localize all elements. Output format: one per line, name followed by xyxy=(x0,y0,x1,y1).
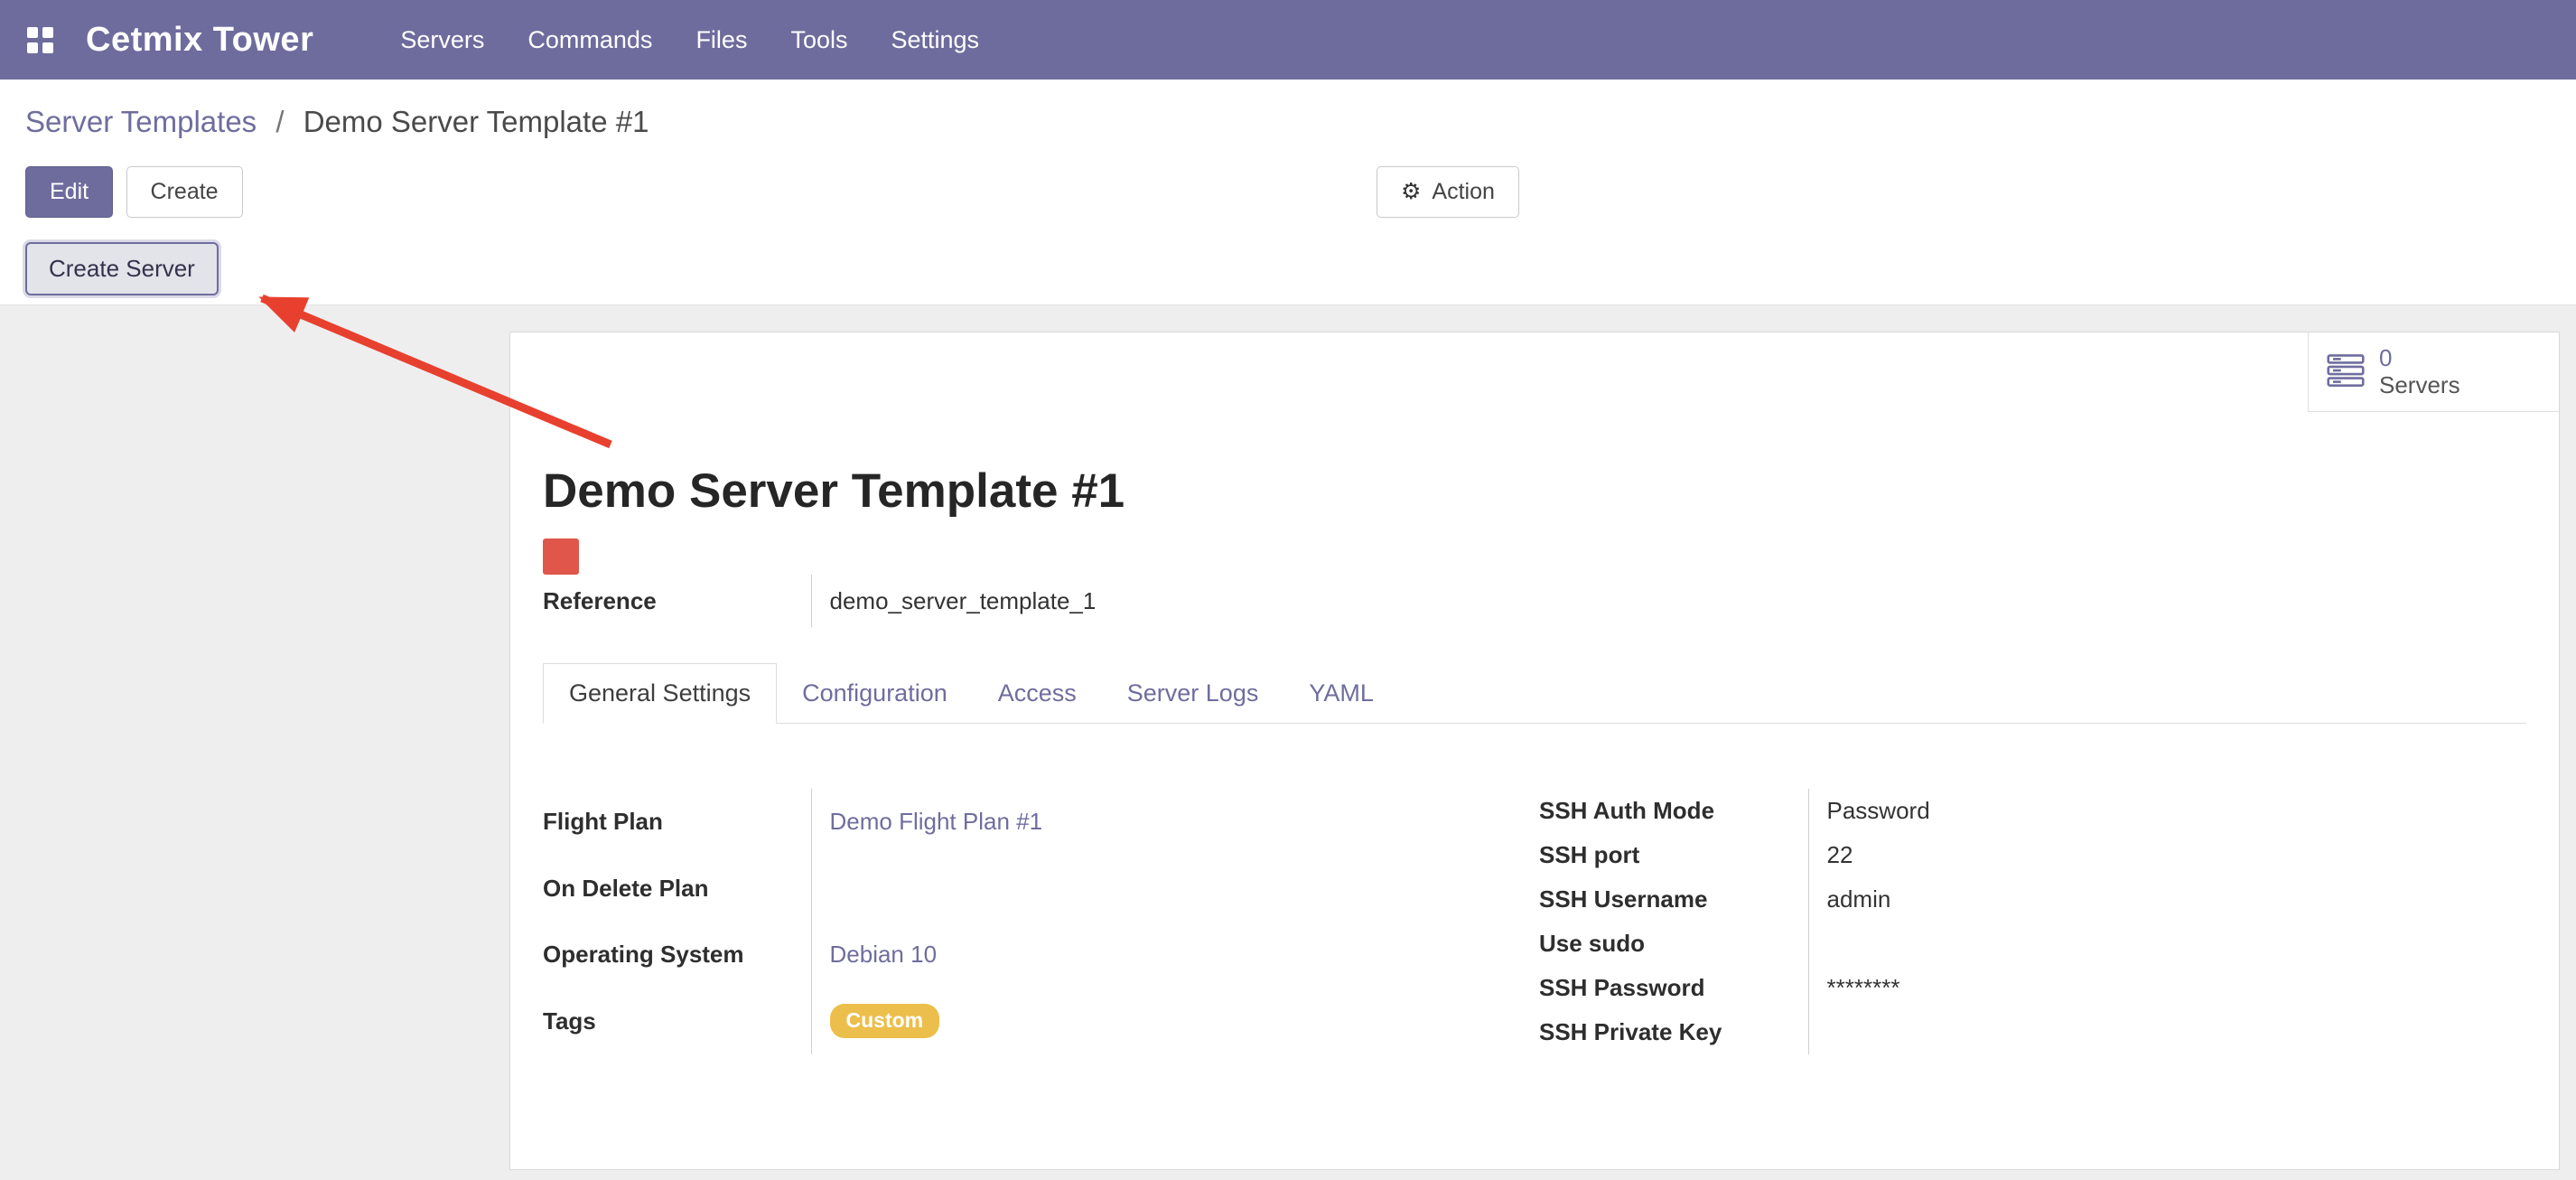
tab-access[interactable]: Access xyxy=(973,664,1102,723)
servers-count-label: Servers xyxy=(2379,372,2460,399)
field-label-ssh-private-key: SSH Private Key xyxy=(1539,1010,1808,1054)
menu-item-servers[interactable]: Servers xyxy=(378,0,506,80)
field-label-tags: Tags xyxy=(543,988,811,1055)
tab-server-logs[interactable]: Server Logs xyxy=(1102,664,1284,723)
field-row-use-sudo: Use sudo xyxy=(1539,922,2188,966)
field-value-ssh-private-key xyxy=(1808,1010,2188,1054)
operating-system-link[interactable]: Debian 10 xyxy=(830,941,938,968)
tag-badge-custom: Custom xyxy=(830,1004,940,1038)
field-value-use-sudo xyxy=(1808,922,2188,966)
form-sheet: 0 Servers Demo Server Template #1 Refere… xyxy=(509,332,2560,1170)
control-panel: Server Templates / Demo Server Template … xyxy=(0,80,2576,305)
field-label-ssh-username: SSH Username xyxy=(1539,877,1808,922)
menu-item-settings[interactable]: Settings xyxy=(869,0,1001,80)
servers-stack-icon xyxy=(2327,353,2365,390)
statusbar: Create Server xyxy=(0,242,2576,305)
field-value-ssh-password: ******** xyxy=(1808,966,2188,1010)
field-label-ssh-password: SSH Password xyxy=(1539,966,1808,1010)
create-server-button[interactable]: Create Server xyxy=(25,242,219,295)
page-title: Demo Server Template #1 xyxy=(543,463,2526,520)
breadcrumb-current: Demo Server Template #1 xyxy=(303,105,649,138)
gear-icon: ⚙ xyxy=(1401,181,1421,203)
button-row: Edit Create ⚙ Action xyxy=(25,166,2576,216)
app-brand[interactable]: Cetmix Tower xyxy=(86,21,313,60)
field-label-on-delete-plan: On Delete Plan xyxy=(543,856,811,922)
field-row-flight-plan: Flight Plan Demo Flight Plan #1 xyxy=(543,789,1539,856)
notebook-tabs: General Settings Configuration Access Se… xyxy=(543,663,2526,724)
field-value-ssh-port: 22 xyxy=(1808,833,2188,877)
field-value-ssh-auth-mode: Password xyxy=(1808,789,2188,833)
field-row-tags: Tags Custom xyxy=(543,988,1539,1055)
field-value-on-delete-plan xyxy=(811,856,1539,922)
tab-configuration[interactable]: Configuration xyxy=(777,664,973,723)
top-navbar: Cetmix Tower Servers Commands Files Tool… xyxy=(0,0,2576,80)
content-area: 0 Servers Demo Server Template #1 Refere… xyxy=(0,305,2576,1180)
field-group-right: SSH Auth Mode Password SSH port 22 SSH U… xyxy=(1539,789,2188,1054)
reference-group: Reference demo_server_template_1 xyxy=(543,575,1096,627)
field-row-ssh-username: SSH Username admin xyxy=(1539,877,2188,922)
breadcrumb-separator: / xyxy=(275,105,284,138)
breadcrumb: Server Templates / Demo Server Template … xyxy=(0,80,2576,141)
menu-item-commands[interactable]: Commands xyxy=(506,0,674,80)
apps-grid-icon[interactable] xyxy=(27,27,53,53)
servers-stat-button[interactable]: 0 Servers xyxy=(2308,332,2559,412)
field-value-reference: demo_server_template_1 xyxy=(811,575,1096,627)
main-menu: Servers Commands Files Tools Settings xyxy=(378,0,1001,80)
tab-yaml[interactable]: YAML xyxy=(1283,664,1399,723)
servers-count-value: 0 xyxy=(2379,345,2460,372)
breadcrumb-parent-link[interactable]: Server Templates xyxy=(25,105,257,138)
stat-button-row: 0 Servers xyxy=(510,332,2559,412)
menu-item-tools[interactable]: Tools xyxy=(769,0,869,80)
action-button[interactable]: ⚙ Action xyxy=(1377,166,1519,218)
field-label-flight-plan: Flight Plan xyxy=(543,789,811,856)
field-label-reference: Reference xyxy=(543,575,811,627)
template-color-swatch xyxy=(543,538,579,575)
field-row-reference: Reference demo_server_template_1 xyxy=(543,575,1096,627)
sheet-body: Demo Server Template #1 Reference demo_s… xyxy=(510,463,2559,1054)
field-row-ssh-port: SSH port 22 xyxy=(1539,833,2188,877)
field-value-ssh-username: admin xyxy=(1808,877,2188,922)
action-button-label: Action xyxy=(1432,179,1494,205)
field-label-use-sudo: Use sudo xyxy=(1539,922,1808,966)
field-label-ssh-port: SSH port xyxy=(1539,833,1808,877)
field-groups: Flight Plan Demo Flight Plan #1 On Delet… xyxy=(543,789,2526,1054)
menu-item-files[interactable]: Files xyxy=(674,0,769,80)
field-row-ssh-private-key: SSH Private Key xyxy=(1539,1010,2188,1054)
tab-general-settings[interactable]: General Settings xyxy=(543,663,777,724)
field-row-operating-system: Operating System Debian 10 xyxy=(543,922,1539,988)
flight-plan-link[interactable]: Demo Flight Plan #1 xyxy=(830,808,1043,835)
field-row-on-delete-plan: On Delete Plan xyxy=(543,856,1539,922)
field-label-ssh-auth-mode: SSH Auth Mode xyxy=(1539,789,1808,833)
edit-button[interactable]: Edit xyxy=(25,166,113,218)
field-group-left: Flight Plan Demo Flight Plan #1 On Delet… xyxy=(543,789,1539,1054)
field-label-operating-system: Operating System xyxy=(543,922,811,988)
create-button[interactable]: Create xyxy=(126,166,243,218)
field-row-ssh-auth-mode: SSH Auth Mode Password xyxy=(1539,789,2188,833)
field-row-ssh-password: SSH Password ******** xyxy=(1539,966,2188,1010)
